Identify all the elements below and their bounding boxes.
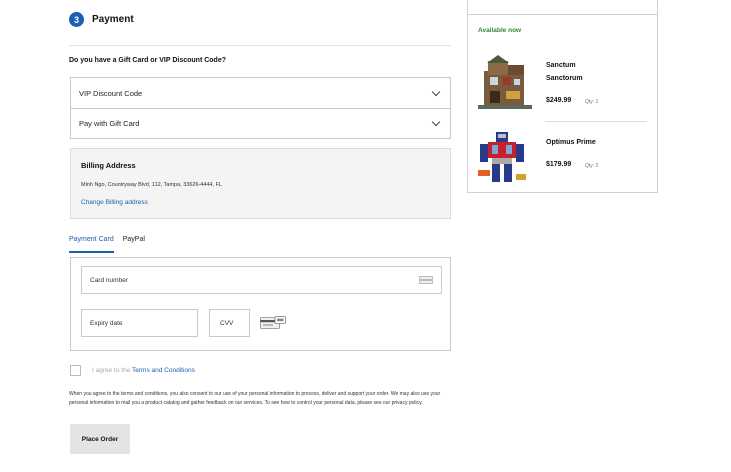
item-name: Optimus Prime	[546, 139, 596, 146]
vip-discount-code-toggle[interactable]: VIP Discount Code	[71, 78, 450, 108]
billing-address-panel: Billing Address Minh Ngo, Countryway Blv…	[70, 148, 451, 219]
consent-notice: When you agree to the terms and conditio…	[69, 391, 441, 407]
gift-card-toggle[interactable]: Pay with Gift Card	[71, 108, 450, 138]
step-title: Payment	[92, 14, 134, 25]
item-price: $249.99	[546, 97, 572, 104]
discount-accordion: VIP Discount Code Pay with Gift Card	[70, 77, 451, 139]
card-form: Card number Expiry date CVV	[70, 257, 451, 351]
card-number-field[interactable]: Card number	[81, 266, 442, 294]
billing-title: Billing Address	[81, 161, 136, 170]
terms-agreement: I agree to the Terms and Conditions	[70, 365, 195, 376]
sanctum-sanctorum-product-image	[478, 55, 532, 109]
terms-text: I agree to the Terms and Conditions	[92, 367, 195, 374]
availability-status: Available now	[478, 27, 522, 34]
item-quantity: Qty: 1	[585, 99, 599, 105]
tab-payment-card[interactable]: Payment Card	[69, 236, 114, 253]
summary-header-divider	[468, 0, 657, 15]
terms-and-conditions-link[interactable]: Terms and Conditions	[132, 367, 195, 374]
payment-step-header: 3 Payment	[69, 12, 134, 27]
expiry-date-field[interactable]: Expiry date	[81, 309, 198, 337]
terms-checkbox[interactable]	[70, 365, 81, 376]
cvv-placeholder: CVV	[220, 319, 234, 327]
terms-prefix: I agree to the	[92, 367, 132, 374]
item-quantity: Qty: 2	[585, 163, 599, 169]
payment-method-tabs: Payment Card PayPal	[69, 236, 154, 253]
card-number-placeholder: Card number	[90, 276, 128, 284]
gift-card-label: Pay with Gift Card	[79, 119, 140, 128]
gift-card-question: Do you have a Gift Card or VIP Discount …	[69, 57, 227, 64]
order-summary: Available now Sanctum Sanctorum $249.99 …	[467, 0, 658, 193]
change-billing-address-link[interactable]: Change Billing address	[81, 199, 440, 206]
item-name: Sanctum Sanctorum	[546, 62, 583, 82]
item-divider	[545, 121, 647, 122]
billing-address-text: Minh Ngo, Countryway Blvd, 112, Tampa, 3…	[81, 182, 223, 188]
tab-paypal[interactable]: PayPal	[123, 236, 145, 253]
vip-discount-label: VIP Discount Code	[79, 88, 143, 98]
section-divider	[69, 45, 451, 46]
credit-card-icon	[419, 276, 433, 284]
cvv-field[interactable]: CVV	[209, 309, 250, 337]
optimus-prime-product-image	[478, 132, 526, 182]
cvv-card-icon	[260, 316, 286, 329]
step-number-badge: 3	[69, 12, 84, 27]
expiry-placeholder: Expiry date	[90, 319, 123, 327]
item-price: $179.99	[546, 161, 572, 168]
chevron-down-icon	[431, 87, 441, 96]
chevron-down-icon	[431, 117, 441, 127]
place-order-button[interactable]: Place Order	[70, 424, 130, 454]
